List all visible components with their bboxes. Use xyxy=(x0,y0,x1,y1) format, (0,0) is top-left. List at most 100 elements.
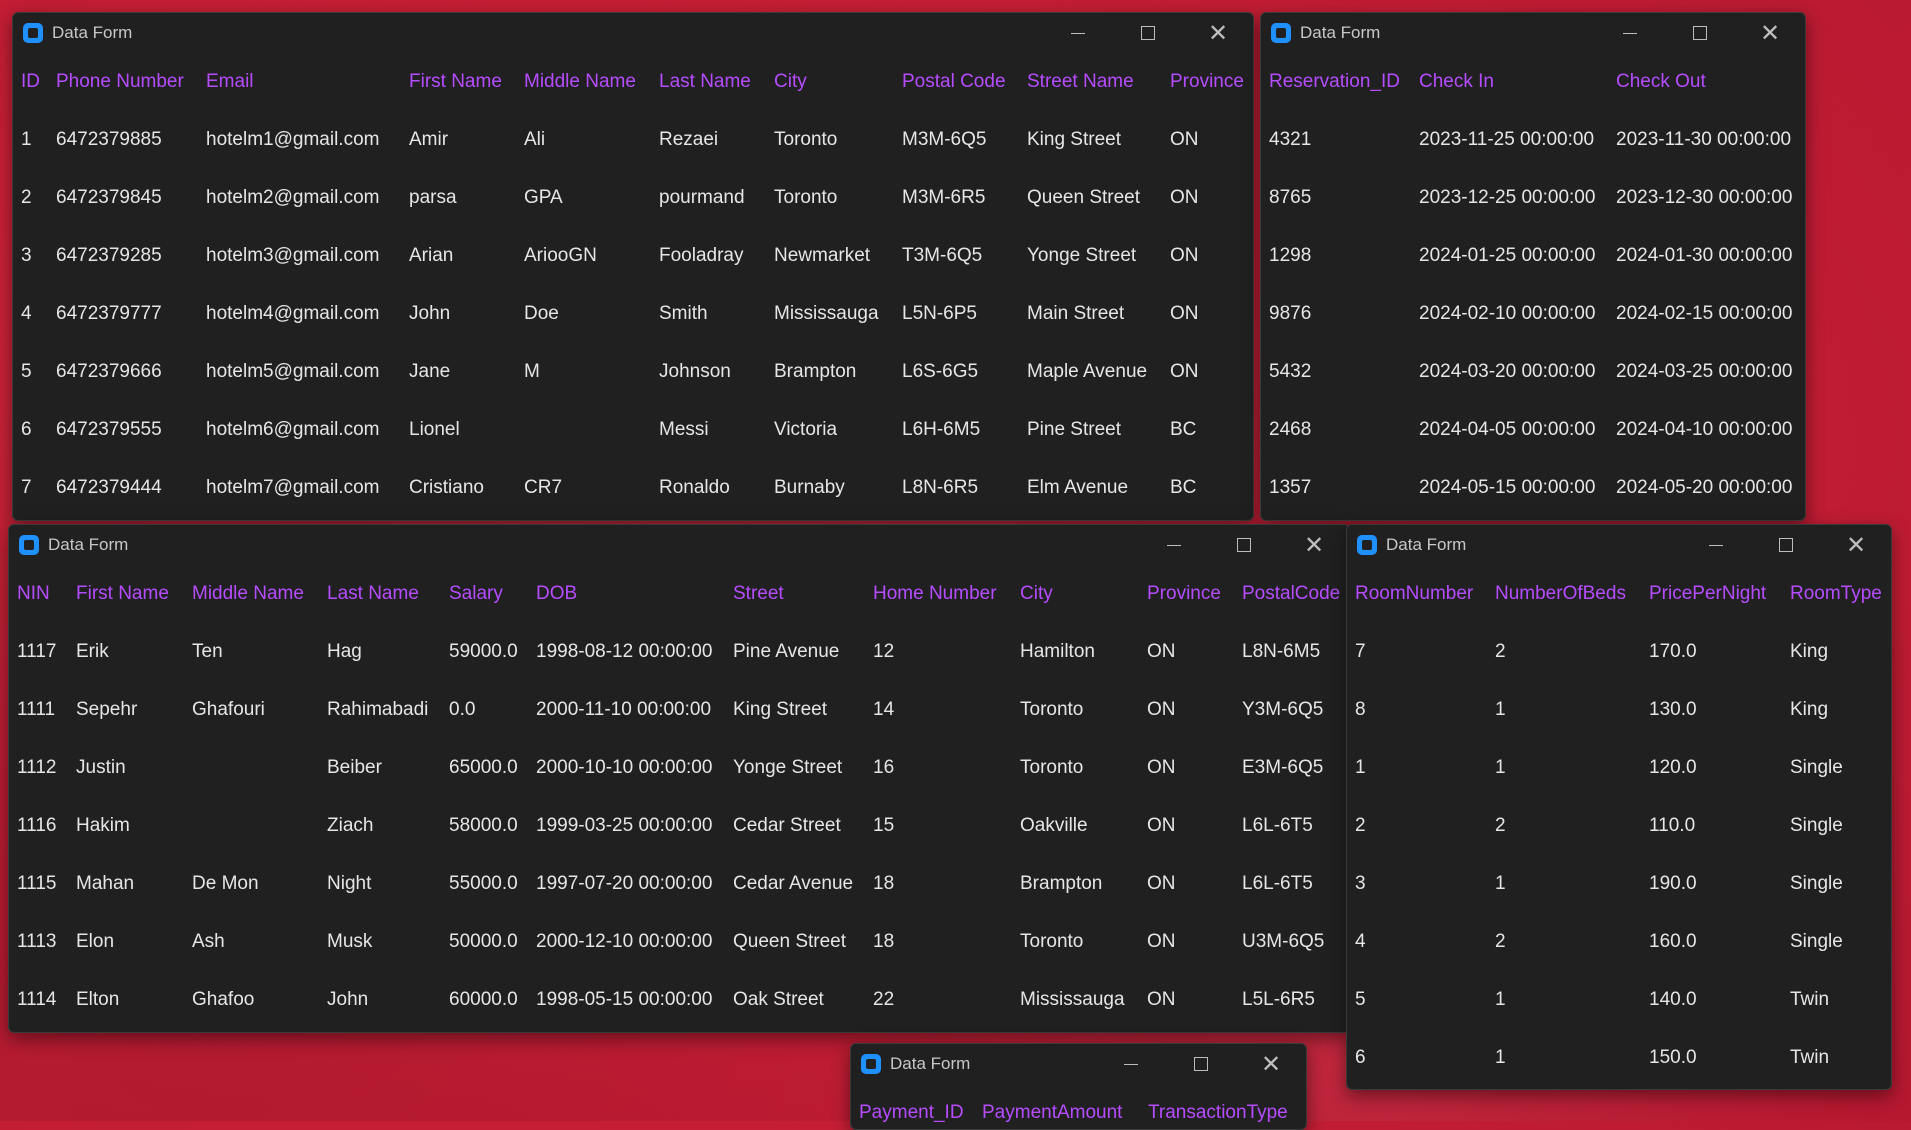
table-cell[interactable]: Toronto xyxy=(1012,739,1139,797)
table-cell[interactable]: ON xyxy=(1139,797,1234,855)
table-cell[interactable]: 7 xyxy=(1347,623,1487,681)
table-cell[interactable]: King Street xyxy=(725,681,865,739)
table-cell[interactable]: 2000-10-10 00:00:00 xyxy=(528,739,725,797)
table-cell[interactable]: 1 xyxy=(1487,739,1641,797)
table-cell[interactable]: 150.0 xyxy=(1641,1029,1782,1087)
maximize-button[interactable] xyxy=(1113,13,1183,53)
table-cell[interactable]: 2023-12-30 00:00:00 xyxy=(1608,169,1804,227)
table-cell[interactable]: 2024-01-25 00:00:00 xyxy=(1411,227,1608,285)
table-cell[interactable]: 1117 xyxy=(9,623,68,681)
title-bar[interactable]: Data Form ✕ xyxy=(13,13,1253,53)
table-cell[interactable]: 1 xyxy=(1487,855,1641,913)
table-cell[interactable]: M3M-6R5 xyxy=(894,169,1019,227)
table-cell[interactable]: 4 xyxy=(1347,913,1487,971)
table-cell[interactable]: Twin xyxy=(1782,971,1891,1029)
table-row[interactable]: 1117 Erik Ten Hag 59000.0 1998-08-12 00:00:00… xyxy=(9,623,1349,681)
table-cell[interactable]: 1998-05-15 00:00:00 xyxy=(528,971,725,1029)
table-cell[interactable]: ON xyxy=(1162,111,1252,169)
table-row[interactable]: 3 6472379285 hotelm3@gmail.com Arian ArioоGN… xyxy=(13,227,1252,285)
table-cell[interactable]: ON xyxy=(1162,227,1252,285)
table-cell[interactable]: Ten xyxy=(184,623,319,681)
table-cell[interactable]: Amir xyxy=(401,111,516,169)
table-cell[interactable]: Oakville xyxy=(1012,797,1139,855)
table-cell[interactable]: 2 xyxy=(1487,913,1641,971)
table-cell[interactable]: Beiber xyxy=(319,739,441,797)
table-cell[interactable]: 1357 xyxy=(1261,459,1411,517)
table-cell[interactable]: M xyxy=(516,343,651,401)
table-cell[interactable]: 2024-05-20 00:00:00 xyxy=(1608,459,1804,517)
column-header[interactable]: Reservation_ID xyxy=(1261,53,1411,111)
table-cell[interactable]: 2 xyxy=(1487,797,1641,855)
table-cell[interactable]: Brampton xyxy=(1012,855,1139,913)
column-header[interactable]: Province xyxy=(1139,565,1234,623)
table-row[interactable]: 9876 2024-02-10 00:00:00 2024-02-15 00:00:… xyxy=(1261,285,1804,343)
table-cell[interactable]: Toronto xyxy=(1012,913,1139,971)
table-cell[interactable]: Fooladray xyxy=(651,227,766,285)
table-cell[interactable]: 1114 xyxy=(9,971,68,1029)
table-cell[interactable]: 2 xyxy=(1487,623,1641,681)
column-header[interactable]: Payment_ID xyxy=(851,1084,974,1129)
column-header[interactable]: RoomType xyxy=(1782,565,1891,623)
table-row[interactable]: 2 2 110.0 Single xyxy=(1347,797,1891,855)
table-cell[interactable]: 1 xyxy=(13,111,48,169)
table-cell[interactable]: 1 xyxy=(1347,739,1487,797)
table-cell[interactable]: 18 xyxy=(865,913,1012,971)
table-cell[interactable]: 6 xyxy=(13,401,48,459)
column-header[interactable]: Postal Code xyxy=(894,53,1019,111)
table-cell[interactable]: ArioоGN xyxy=(516,227,651,285)
table-row[interactable]: 6 6472379555 hotelm6@gmail.com Lionel Messi V… xyxy=(13,401,1252,459)
table-row[interactable]: 1298 2024-01-25 00:00:00 2024-01-30 00:00:… xyxy=(1261,227,1804,285)
table-cell[interactable]: 1115 xyxy=(9,855,68,913)
payment-data-form-window[interactable]: Data Form ✕ Payment_ID PaymentAmount Trans… xyxy=(850,1043,1307,1130)
hotel-table[interactable]: ID Phone Number Email First Name Middle Name… xyxy=(13,53,1252,517)
table-cell[interactable]: Mahan xyxy=(68,855,184,913)
table-cell[interactable]: 6472379885 xyxy=(48,111,198,169)
table-cell[interactable]: ON xyxy=(1162,169,1252,227)
table-cell[interactable]: Maple Avenue xyxy=(1019,343,1162,401)
minimize-button[interactable] xyxy=(1681,525,1751,565)
table-cell[interactable]: 2000-12-10 00:00:00 xyxy=(528,913,725,971)
table-cell[interactable]: 1298 xyxy=(1261,227,1411,285)
title-bar[interactable]: Data Form ✕ xyxy=(851,1044,1306,1084)
table-cell[interactable]: Hakim xyxy=(68,797,184,855)
column-header[interactable]: Province xyxy=(1162,53,1252,111)
title-bar[interactable]: Data Form ✕ xyxy=(9,525,1349,565)
table-cell[interactable]: E3M-6Q5 xyxy=(1234,739,1349,797)
table-cell[interactable]: L5N-6P5 xyxy=(894,285,1019,343)
payment-table[interactable]: Payment_ID PaymentAmount TransactionType xyxy=(851,1084,1306,1129)
column-header[interactable]: ID xyxy=(13,53,48,111)
table-cell[interactable]: Oak Street xyxy=(725,971,865,1029)
table-cell[interactable]: Ali xyxy=(516,111,651,169)
table-cell[interactable]: L6L-6T5 xyxy=(1234,855,1349,913)
table-cell[interactable]: ON xyxy=(1139,739,1234,797)
table-cell[interactable]: 1 xyxy=(1487,1029,1641,1087)
table-cell[interactable]: 1116 xyxy=(9,797,68,855)
table-cell[interactable]: T3M-6Q5 xyxy=(894,227,1019,285)
table-cell[interactable]: 1 xyxy=(1487,681,1641,739)
table-cell[interactable]: Rezaei xyxy=(651,111,766,169)
minimize-button[interactable] xyxy=(1139,525,1209,565)
table-cell[interactable]: L8N-6R5 xyxy=(894,459,1019,517)
column-header[interactable]: DOB xyxy=(528,565,725,623)
table-row[interactable]: 8765 2023-12-25 00:00:00 2023-12-30 00:00:… xyxy=(1261,169,1804,227)
table-cell[interactable]: 1112 xyxy=(9,739,68,797)
table-cell[interactable]: 2024-05-15 00:00:00 xyxy=(1411,459,1608,517)
table-cell[interactable]: Cedar Avenue xyxy=(725,855,865,913)
column-header[interactable]: Check In xyxy=(1411,53,1608,111)
table-cell[interactable]: Pine Avenue xyxy=(725,623,865,681)
table-cell[interactable]: U3M-6Q5 xyxy=(1234,913,1349,971)
table-cell[interactable]: ON xyxy=(1139,681,1234,739)
column-header[interactable]: NIN xyxy=(9,565,68,623)
table-cell[interactable]: hotelm2@gmail.com xyxy=(198,169,401,227)
column-header[interactable]: Middle Name xyxy=(184,565,319,623)
table-cell[interactable]: 6472379555 xyxy=(48,401,198,459)
table-cell[interactable]: 6472379666 xyxy=(48,343,198,401)
table-cell[interactable]: Single xyxy=(1782,913,1891,971)
table-row[interactable]: 1115 Mahan De Mon Night 55000.0 1997-07-20 00… xyxy=(9,855,1349,913)
table-cell[interactable]: 15 xyxy=(865,797,1012,855)
table-cell[interactable]: BC xyxy=(1162,401,1252,459)
table-cell[interactable]: Single xyxy=(1782,855,1891,913)
table-row[interactable]: 4321 2023-11-25 00:00:00 2023-11-30 00:00:… xyxy=(1261,111,1804,169)
table-cell[interactable]: 6472379444 xyxy=(48,459,198,517)
table-cell[interactable] xyxy=(184,739,319,797)
